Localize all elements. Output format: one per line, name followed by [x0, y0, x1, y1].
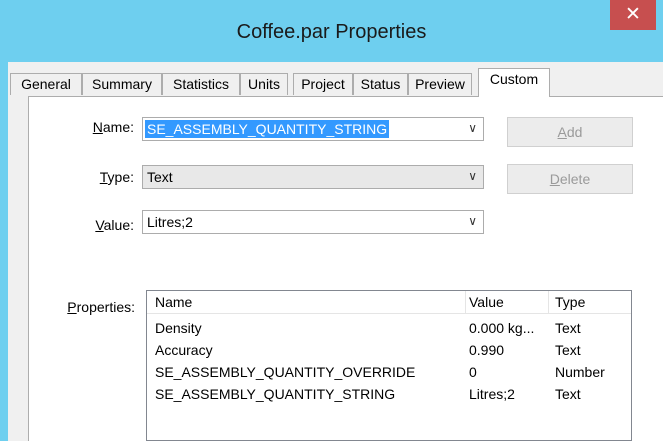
- table-row[interactable]: SE_ASSEMBLY_QUANTITY_STRING Litres;2 Tex…: [147, 383, 631, 405]
- type-label: Type:: [99, 169, 134, 185]
- table-row[interactable]: Accuracy 0.990 Text: [147, 339, 631, 361]
- dialog-client: General Summary Statistics Units Project…: [8, 62, 663, 441]
- row-name: SE_ASSEMBLY_QUANTITY_STRING: [155, 386, 396, 402]
- table-row[interactable]: SE_ASSEMBLY_QUANTITY_OVERRIDE 0 Number: [147, 361, 631, 383]
- value-label: Value:: [95, 217, 134, 233]
- tab-custom[interactable]: Custom: [478, 68, 550, 97]
- column-header-type[interactable]: Type: [555, 294, 585, 310]
- name-combobox[interactable]: SE_ASSEMBLY_QUANTITY_STRING ∨: [142, 117, 484, 141]
- table-row[interactable]: Density 0.000 kg... Text: [147, 317, 631, 339]
- close-icon[interactable]: ✕: [610, 0, 656, 30]
- row-value: Litres;2: [469, 386, 515, 402]
- row-value: 0.990: [469, 342, 505, 358]
- row-type: Text: [555, 320, 581, 336]
- column-divider[interactable]: [465, 291, 466, 313]
- title-bar[interactable]: Coffee.par Properties ✕: [0, 0, 663, 62]
- row-name: Accuracy: [155, 342, 213, 358]
- row-type: Text: [555, 342, 581, 358]
- chevron-down-icon[interactable]: ∨: [468, 214, 477, 228]
- delete-button[interactable]: Delete: [507, 164, 633, 194]
- row-value: 0.000 kg...: [469, 320, 535, 336]
- name-label: Name:: [92, 119, 134, 135]
- properties-label: Properties:: [67, 299, 135, 315]
- row-type: Number: [555, 364, 605, 380]
- row-name: SE_ASSEMBLY_QUANTITY_OVERRIDE: [155, 364, 416, 380]
- chevron-down-icon[interactable]: ∨: [468, 169, 477, 183]
- column-header-name[interactable]: Name: [155, 294, 192, 310]
- tab-preview[interactable]: Preview: [408, 73, 472, 95]
- add-button[interactable]: Add: [507, 117, 633, 147]
- value-combobox[interactable]: Litres;2 ∨: [142, 210, 484, 234]
- window-title: Coffee.par Properties: [236, 21, 427, 43]
- row-type: Text: [555, 386, 581, 402]
- tab-statistics[interactable]: Statistics: [162, 73, 240, 95]
- name-value: SE_ASSEMBLY_QUANTITY_STRING: [145, 120, 390, 138]
- type-value: Text: [147, 169, 173, 185]
- row-value: 0: [469, 364, 477, 380]
- tab-project[interactable]: Project: [293, 73, 353, 95]
- column-divider[interactable]: [548, 291, 549, 313]
- properties-listview[interactable]: Name Value Type Density 0.000 kg... Text…: [146, 290, 632, 441]
- row-name: Density: [155, 320, 202, 336]
- list-header: Name Value Type: [147, 291, 631, 314]
- type-combobox[interactable]: Text ∨: [142, 165, 484, 189]
- tab-units[interactable]: Units: [240, 73, 288, 95]
- tab-general[interactable]: General: [10, 73, 82, 95]
- properties-window: Coffee.par Properties ✕ General Summary …: [0, 0, 663, 441]
- tab-summary[interactable]: Summary: [82, 73, 162, 95]
- value-value: Litres;2: [147, 214, 193, 230]
- tab-status[interactable]: Status: [353, 73, 408, 95]
- column-header-value[interactable]: Value: [469, 294, 504, 310]
- chevron-down-icon[interactable]: ∨: [468, 121, 477, 135]
